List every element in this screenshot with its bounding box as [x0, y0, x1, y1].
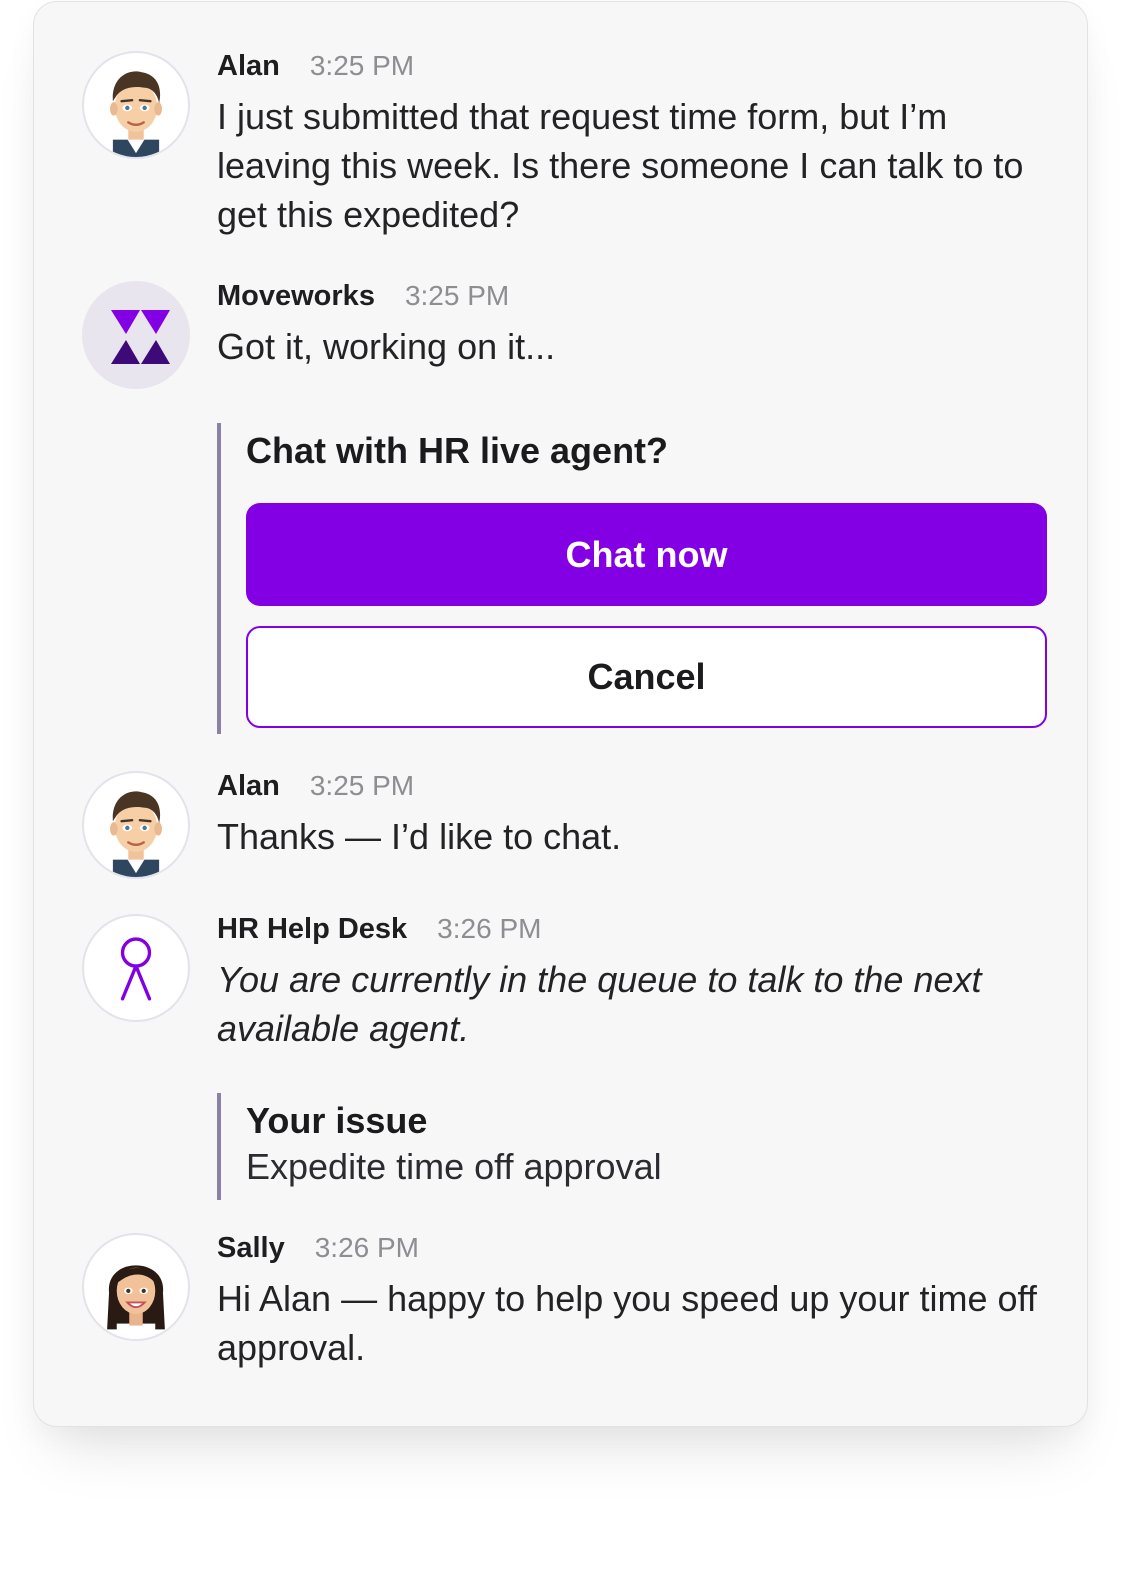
message-text: I just submitted that request time form,…	[217, 96, 1024, 235]
sender-name: Alan	[217, 770, 280, 802]
sally-avatar-icon	[82, 1233, 190, 1341]
issue-card: Your issue Expedite time off approval	[217, 1093, 1043, 1200]
alan-avatar-icon	[82, 51, 190, 159]
message-timestamp: 3:26 PM	[314, 1232, 419, 1263]
hr-person-icon	[82, 914, 190, 1022]
sender-name: Sally	[217, 1232, 285, 1264]
sender-name: Alan	[217, 50, 280, 82]
message-text: You are currently in the queue to talk t…	[217, 959, 982, 1049]
message-moveworks: Moveworks 3:25 PM Got it, working on it..…	[82, 281, 1047, 391]
sender-name: HR Help Desk	[217, 913, 408, 945]
live-agent-prompt-title: Chat with HR live agent?	[246, 430, 669, 471]
message-text: Got it, working on it...	[217, 326, 556, 367]
alan-avatar-icon	[82, 771, 190, 879]
message-timestamp: 3:25 PM	[309, 770, 415, 801]
message-timestamp: 3:26 PM	[437, 913, 542, 944]
sender-name: Moveworks	[217, 280, 375, 312]
chat-now-button[interactable]: Chat now	[246, 503, 1047, 606]
message-timestamp: 3:25 PM	[309, 50, 415, 81]
message-alan-2: Alan 3:25 PM Thanks — I’d like to chat.	[82, 771, 1047, 881]
message-alan-1: Alan 3:25 PM I just submitted that reques…	[82, 51, 1047, 251]
issue-card-title: Your issue	[246, 1100, 428, 1141]
cancel-button[interactable]: Cancel	[246, 626, 1047, 728]
message-hr-help-desk: HR Help Desk 3:26 PM You are currently in…	[82, 914, 1047, 1064]
live-agent-prompt: Chat with HR live agent? Chat now Cancel	[217, 423, 1047, 734]
chat-transcript-card: Alan 3:25 PM I just submitted that reques…	[33, 1, 1088, 1427]
message-text: Hi Alan — happy to help you speed up you…	[217, 1278, 1037, 1368]
message-text: Thanks — I’d like to chat.	[217, 816, 622, 857]
moveworks-logo-icon	[82, 281, 190, 389]
message-timestamp: 3:25 PM	[404, 280, 510, 311]
issue-card-description: Expedite time off approval	[246, 1146, 662, 1187]
message-sally: Sally 3:26 PM Hi Alan — happy to help you…	[82, 1233, 1047, 1383]
